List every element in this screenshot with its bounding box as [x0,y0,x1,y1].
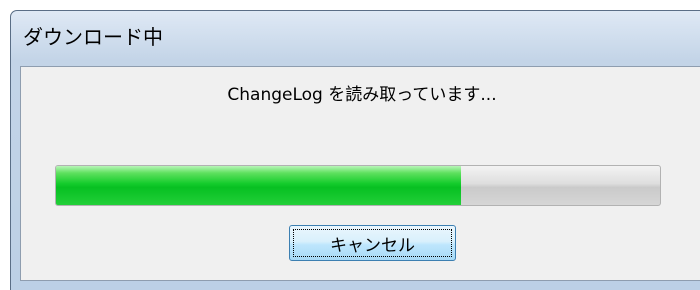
window-title: ダウンロード中 [23,25,163,49]
title-bar[interactable]: ダウンロード中 [11,11,700,55]
status-message: ChangeLog を読み取っています... [227,85,497,105]
cancel-button-label: キャンセル [293,229,452,257]
progress-bar [55,165,661,206]
cancel-button[interactable]: キャンセル [289,225,456,261]
progress-bar-fill [56,166,461,205]
download-dialog-window: ダウンロード中 ChangeLog を読み取っています... キャンセル [10,10,700,290]
dialog-body: ChangeLog を読み取っています... キャンセル [20,66,700,281]
